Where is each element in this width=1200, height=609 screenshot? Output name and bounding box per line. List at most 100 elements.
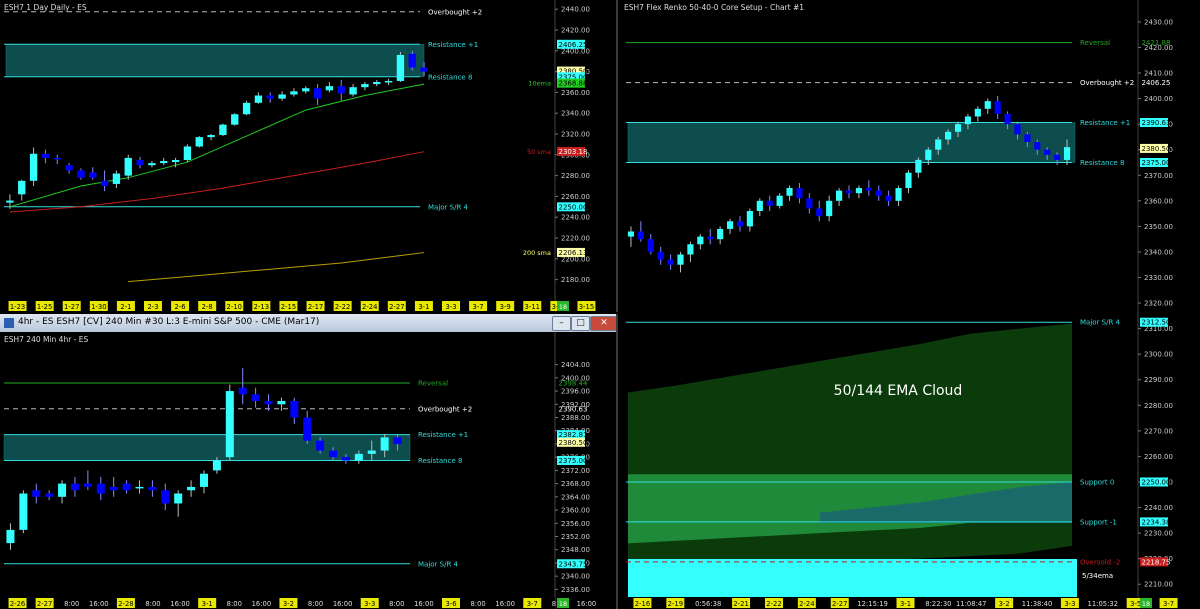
candle-body — [361, 84, 369, 88]
price-tick-label: 2364.00 — [561, 493, 590, 501]
candle-body — [6, 200, 14, 203]
candle-body — [974, 108, 981, 117]
price-marker-label: 2368.88 — [559, 80, 588, 88]
price-marker-label: 2250.00 — [1142, 478, 1171, 486]
window-titlebar[interactable]: 4hr - ES ESH7 [CV] 240 Min #30 L:3 E-min… — [0, 314, 616, 333]
corner-badge-label: 18 — [1142, 600, 1150, 608]
overlay-label: 10ema — [528, 80, 551, 88]
time-tick-label: 2-21 — [733, 600, 748, 608]
time-tick-label: 3-2 — [999, 600, 1010, 608]
candle-body — [964, 116, 972, 125]
time-tick-label: 8:00 — [64, 600, 79, 608]
candle-body — [384, 80, 393, 83]
candle-body — [796, 188, 803, 199]
candle-body — [124, 157, 132, 176]
candle-body — [845, 190, 853, 194]
candle-body — [212, 460, 221, 471]
price-tick-label: 2270.00 — [1144, 427, 1173, 435]
price-tick-label: 2320.00 — [1144, 300, 1173, 308]
time-tick-label: 8:00 — [389, 600, 404, 608]
candle-body — [776, 195, 783, 206]
level-label: Overbought +2 — [1080, 79, 1134, 87]
candle-body — [200, 473, 208, 487]
price-tick-label: 2290.00 — [1144, 376, 1173, 384]
price-tick-label: 2180.00 — [561, 276, 590, 284]
time-tick-label: 3-7 — [527, 600, 538, 608]
candle-body — [264, 400, 273, 405]
candle-body — [254, 95, 263, 103]
level-label: Support 0 — [1080, 478, 1114, 486]
price-marker-label: 2206.13 — [559, 249, 588, 257]
candle-body — [207, 135, 215, 138]
minimize-button[interactable]: – — [552, 316, 571, 331]
candle-body — [736, 221, 744, 227]
price-marker-label: 2406.25 — [559, 41, 588, 49]
candle-body — [354, 453, 363, 461]
level-label: Support -1 — [1080, 518, 1117, 526]
candle-body — [420, 67, 428, 72]
price-tick-label: 2240.00 — [561, 214, 590, 222]
candle-body — [148, 163, 156, 166]
time-tick-label: 11:38:40 — [1022, 600, 1053, 608]
time-tick-label: 16:00 — [170, 600, 190, 608]
price-tick-label: 2300.00 — [1144, 351, 1173, 359]
candle-body — [238, 387, 247, 395]
candle-body — [313, 88, 322, 99]
4hr-chart[interactable]: ESH7 240 Min 4hr - ES2404.002400.002396.… — [0, 332, 616, 609]
time-tick-label: 1-25 — [37, 303, 52, 311]
time-tick-label: 3-15 — [579, 303, 594, 311]
candle-body — [329, 450, 338, 458]
price-marker-label: 2312.50 — [1142, 319, 1171, 327]
price-tick-label: 2404.00 — [561, 361, 590, 369]
close-button[interactable]: ✕ — [590, 316, 616, 331]
price-tick-label: 2336.00 — [561, 586, 590, 594]
renko-chart-panel: ESH7 Flex Renko 50-40-0 Core Setup - Cha… — [620, 0, 1200, 609]
candle-body — [746, 211, 753, 227]
candle-body — [647, 239, 654, 252]
price-tick-label: 2360.00 — [561, 89, 590, 97]
chart-app-icon — [4, 318, 14, 328]
time-tick-label: 1-27 — [64, 303, 79, 311]
time-tick-label: 16:00 — [577, 600, 597, 608]
candle-body — [53, 157, 61, 160]
candle-body — [171, 160, 180, 163]
daily-chart[interactable]: ESH7 1 Day Daily - ES 2440.002420.002400.… — [0, 0, 616, 312]
candle-body — [316, 440, 325, 451]
time-tick-label: 2-27 — [389, 303, 404, 311]
candle-body — [6, 529, 15, 544]
candle-body — [925, 149, 932, 160]
candle-body — [826, 200, 833, 217]
chart-background — [0, 332, 616, 609]
time-tick-label: 3-3 — [1064, 600, 1075, 608]
price-tick-label: 2330.00 — [1144, 274, 1173, 282]
time-tick-label: 2-10 — [227, 303, 242, 311]
time-tick-label: 2-13 — [254, 303, 269, 311]
time-tick-label: 3-3 — [364, 600, 375, 608]
corner-badge-label: 18 — [559, 600, 567, 608]
time-tick-label: 2-15 — [281, 303, 296, 311]
time-tick-label: 2-24 — [799, 600, 814, 608]
candle-body — [408, 53, 416, 68]
candle-body — [1063, 147, 1071, 160]
candle-body — [396, 54, 405, 81]
candle-body — [1024, 134, 1031, 143]
renko-chart[interactable]: ESH7 Flex Renko 50-40-0 Core Setup - Cha… — [620, 0, 1200, 609]
candle-body — [393, 437, 402, 444]
candle-body — [18, 180, 26, 195]
price-tick-label: 2280.00 — [1144, 402, 1173, 410]
candle-body — [945, 131, 952, 140]
candle-body — [225, 391, 234, 458]
candle-body — [726, 221, 734, 229]
candle-body — [1034, 142, 1041, 150]
time-tick-label: 16:00 — [495, 600, 515, 608]
level-label: Resistance +1 — [428, 41, 478, 49]
price-tick-label: 2320.00 — [561, 131, 590, 139]
candle-body — [637, 231, 644, 240]
price-tick-label: 2350.00 — [1144, 223, 1173, 231]
time-tick-label: 8:00 — [308, 600, 323, 608]
price-tick-label: 2220.00 — [561, 235, 590, 243]
maximize-button[interactable]: □ — [571, 316, 590, 331]
price-tick-label: 2340.00 — [561, 110, 590, 118]
time-tick-label: 3-9 — [500, 303, 511, 311]
time-tick-label: 2-19 — [668, 600, 683, 608]
